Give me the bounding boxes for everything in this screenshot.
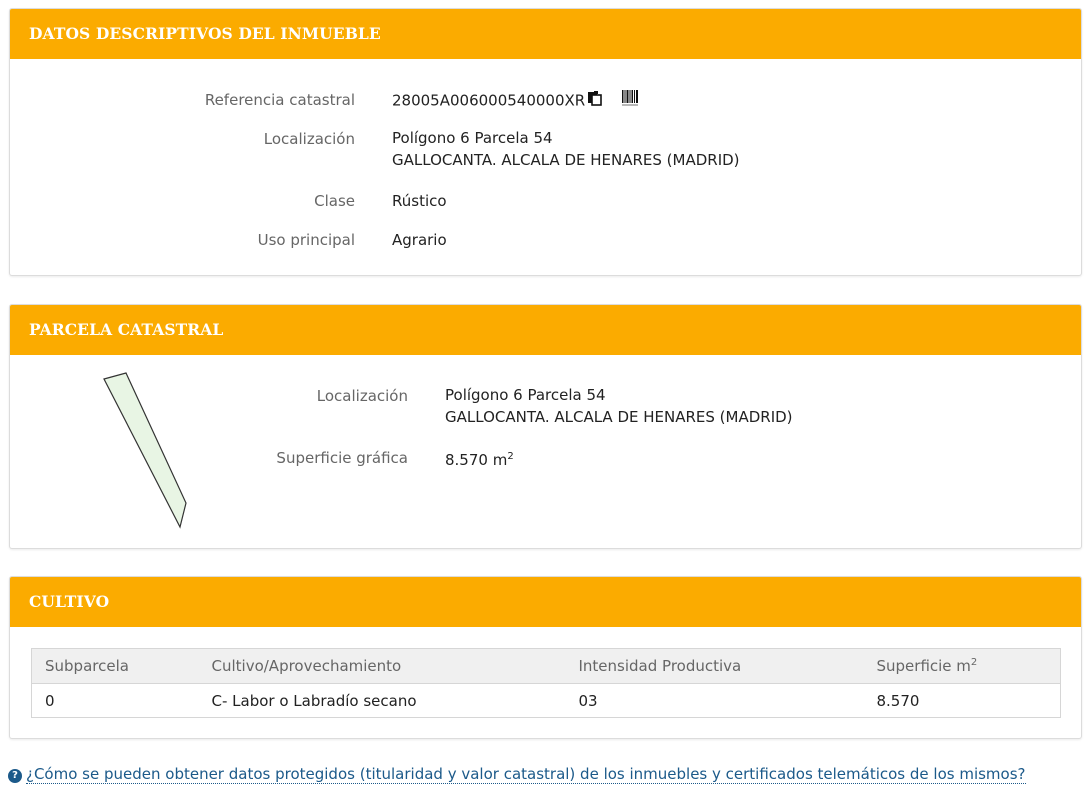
ref-label: Referencia catastral [204,91,355,109]
cell-area: 8.570 [863,683,1061,718]
crop-table: Subparcela Cultivo/Aprovechamiento Inten… [31,648,1061,718]
cell-crop: C- Labor o Labradío secano [198,683,566,718]
panel-title: PARCELA CATASTRAL [10,305,1081,355]
class-label: Clase [314,192,355,210]
question-icon: ? [8,769,22,783]
use-value: Agrario [392,231,447,249]
area-value: 8.570 m2 [445,446,514,471]
area-unit-exponent: 2 [507,451,514,462]
protected-data-help-link[interactable]: ¿Cómo se pueden obtener datos protegidos… [26,765,1026,784]
descriptive-data-panel: DATOS DESCRIPTIVOS DEL INMUEBLE Referenc… [9,8,1082,276]
col-header-area: Superficie m2 [863,648,1061,684]
panel-title: DATOS DESCRIPTIVOS DEL INMUEBLE [10,9,1081,59]
col-header-intensity: Intensidad Productiva [565,648,864,684]
location-label: Localización [316,387,408,405]
location-value: Polígono 6 Parcela 54 GALLOCANTA. ALCALA… [445,384,793,428]
location-value: Polígono 6 Parcela 54 GALLOCANTA. ALCALA… [392,127,740,171]
cell-intensity: 03 [565,683,864,718]
ref-value-row: 28005A006000540000XR [392,89,639,113]
table-header-row: Subparcela Cultivo/Aprovechamiento Inten… [31,648,1061,684]
location-label: Localización [263,130,355,148]
barcode-icon[interactable] [621,89,639,113]
help-link-row: ? ¿Cómo se pueden obtener datos protegido… [8,765,1026,784]
location-line-2: GALLOCANTA. ALCALA DE HENARES (MADRID) [392,151,740,169]
col-header-subparcel: Subparcela [31,648,199,684]
location-line-1: Polígono 6 Parcela 54 [445,386,606,404]
area-number: 8.570 m [445,451,508,469]
table-row: 0 C- Labor o Labradío secano 03 8.570 [31,683,1061,718]
location-line-2: GALLOCANTA. ALCALA DE HENARES (MADRID) [445,408,793,426]
cadastral-parcel-panel: PARCELA CATASTRAL Localización Polígono … [9,304,1082,549]
panel-title: CULTIVO [10,577,1081,627]
copy-icon[interactable] [587,90,603,112]
cadastral-reference[interactable]: 28005A006000540000XR [392,92,585,110]
cell-subparcel: 0 [31,683,199,718]
col-header-crop: Cultivo/Aprovechamiento [198,648,566,684]
crop-panel: CULTIVO Subparcela Cultivo/Aprovechamien… [9,576,1082,739]
location-line-1: Polígono 6 Parcela 54 [392,129,553,147]
area-label: Superficie gráfica [276,449,408,467]
use-label: Uso principal [257,231,355,249]
class-value: Rústico [392,192,447,210]
